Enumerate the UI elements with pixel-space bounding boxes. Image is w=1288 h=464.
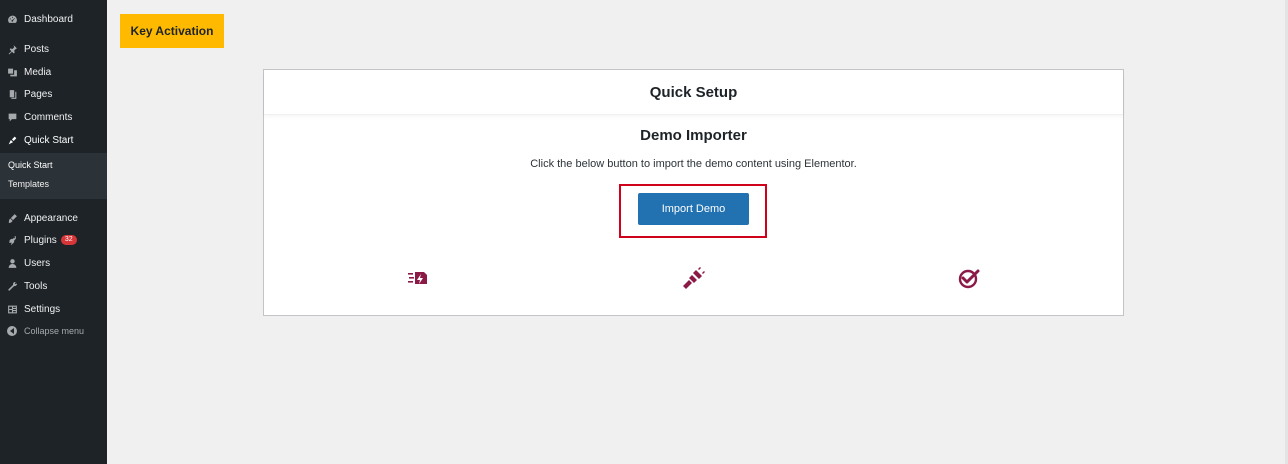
sidebar-item-pages[interactable]: Pages: [0, 84, 107, 104]
plugins-update-count-badge: 32: [60, 235, 77, 245]
plug-connect-icon: [682, 266, 706, 290]
collapse-menu-button[interactable]: Collapse menu: [0, 321, 107, 341]
sidebar-item-posts[interactable]: Posts: [0, 39, 107, 59]
pages-icon: [6, 88, 18, 100]
key-activation-button[interactable]: Key Activation: [120, 14, 224, 48]
sidebar-item-plugins[interactable]: Plugins 32: [0, 230, 107, 250]
sidebar-item-label: Quick Start: [24, 134, 74, 146]
sidebar-item-label: Plugins: [24, 234, 57, 246]
sidebar-item-label: Tools: [24, 280, 48, 292]
brush-icon: [6, 212, 18, 224]
sidebar-item-label: Appearance: [24, 212, 78, 224]
media-icon: [6, 66, 18, 78]
submenu-item-templates[interactable]: Templates: [8, 179, 49, 189]
sidebar-item-comments[interactable]: Comments: [0, 107, 107, 127]
sidebar-item-media[interactable]: Media: [0, 62, 107, 82]
wrench-icon: [6, 280, 18, 292]
quick-start-icon: [6, 134, 18, 146]
comment-icon: [6, 111, 18, 123]
fast-import-icon: [407, 266, 431, 290]
sidebar-item-quick-start[interactable]: Quick Start: [0, 130, 107, 150]
admin-sidebar: Dashboard Posts Media Pages Comments Qui…: [0, 0, 107, 464]
user-icon: [6, 257, 18, 269]
quick-setup-card: Quick Setup Demo Importer Click the belo…: [263, 69, 1124, 316]
sidebar-item-users[interactable]: Users: [0, 253, 107, 273]
dashboard-icon: [6, 13, 18, 25]
collapse-icon: [6, 325, 18, 337]
sidebar-item-label: Comments: [24, 111, 73, 123]
import-demo-button[interactable]: Import Demo: [638, 193, 749, 225]
sidebar-item-label: Settings: [24, 303, 61, 315]
check-done-icon: [957, 266, 981, 290]
quick-start-submenu: Quick Start Templates: [0, 153, 107, 199]
plugin-icon: [6, 234, 18, 246]
settings-icon: [6, 303, 18, 315]
sidebar-item-settings[interactable]: Settings: [0, 299, 107, 319]
demo-importer-title: Demo Importer: [640, 127, 747, 144]
sidebar-item-label: Pages: [24, 88, 53, 100]
sidebar-item-label: Posts: [24, 43, 50, 55]
sidebar-item-tools[interactable]: Tools: [0, 276, 107, 296]
sidebar-item-dashboard[interactable]: Dashboard: [0, 9, 107, 29]
sidebar-item-label: Dashboard: [24, 13, 73, 25]
collapse-menu-label: Collapse menu: [24, 326, 85, 336]
demo-importer-description: Click the below button to import the dem…: [530, 158, 857, 170]
submenu-item-quick-start[interactable]: Quick Start: [8, 160, 53, 170]
sidebar-item-appearance[interactable]: Appearance: [0, 208, 107, 228]
sidebar-item-label: Media: [24, 66, 52, 78]
card-header-title: Quick Setup: [264, 70, 1123, 115]
sidebar-item-label: Users: [24, 257, 51, 269]
pin-icon: [6, 43, 18, 55]
